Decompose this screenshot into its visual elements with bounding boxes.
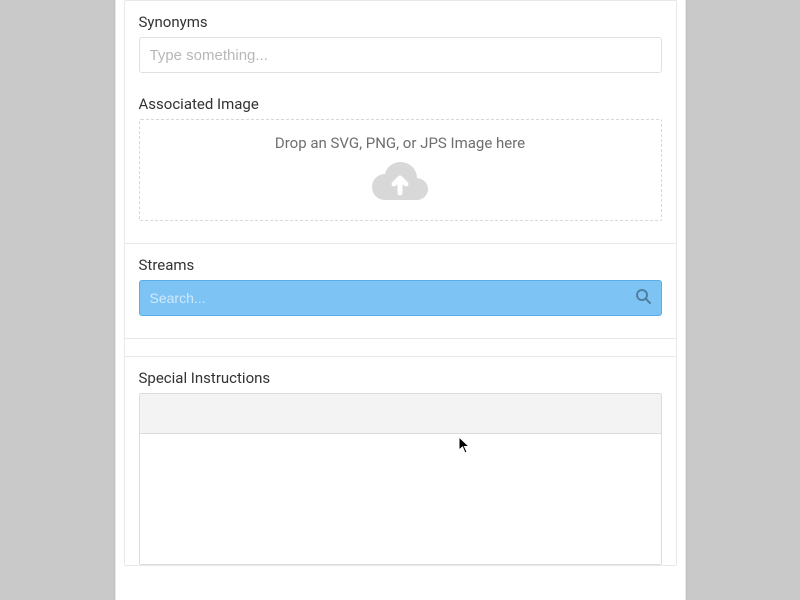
synonyms-input[interactable] [139,37,662,73]
special-instructions-section: Special Instructions [125,356,676,565]
cloud-upload-icon [369,160,431,206]
associated-image-section: Associated Image Drop an SVG, PNG, or JP… [125,95,676,243]
streams-label: Streams [139,256,662,274]
associated-image-label: Associated Image [139,95,662,113]
rich-text-editor [139,393,662,565]
form-panel: Synonyms Associated Image Drop an SVG, P… [115,0,686,600]
streams-search-input[interactable] [150,290,635,306]
dropzone-text: Drop an SVG, PNG, or JPS Image here [150,134,651,152]
form-card: Synonyms Associated Image Drop an SVG, P… [124,0,677,566]
rte-body[interactable] [140,434,661,564]
streams-search-field[interactable] [139,280,662,316]
rte-toolbar[interactable] [140,394,661,434]
image-dropzone[interactable]: Drop an SVG, PNG, or JPS Image here [139,119,662,221]
synonyms-section: Synonyms [125,1,676,95]
search-icon [635,288,651,308]
spacer [125,338,676,356]
special-instructions-label: Special Instructions [139,369,662,387]
streams-section: Streams [125,243,676,338]
synonyms-label: Synonyms [139,13,662,31]
